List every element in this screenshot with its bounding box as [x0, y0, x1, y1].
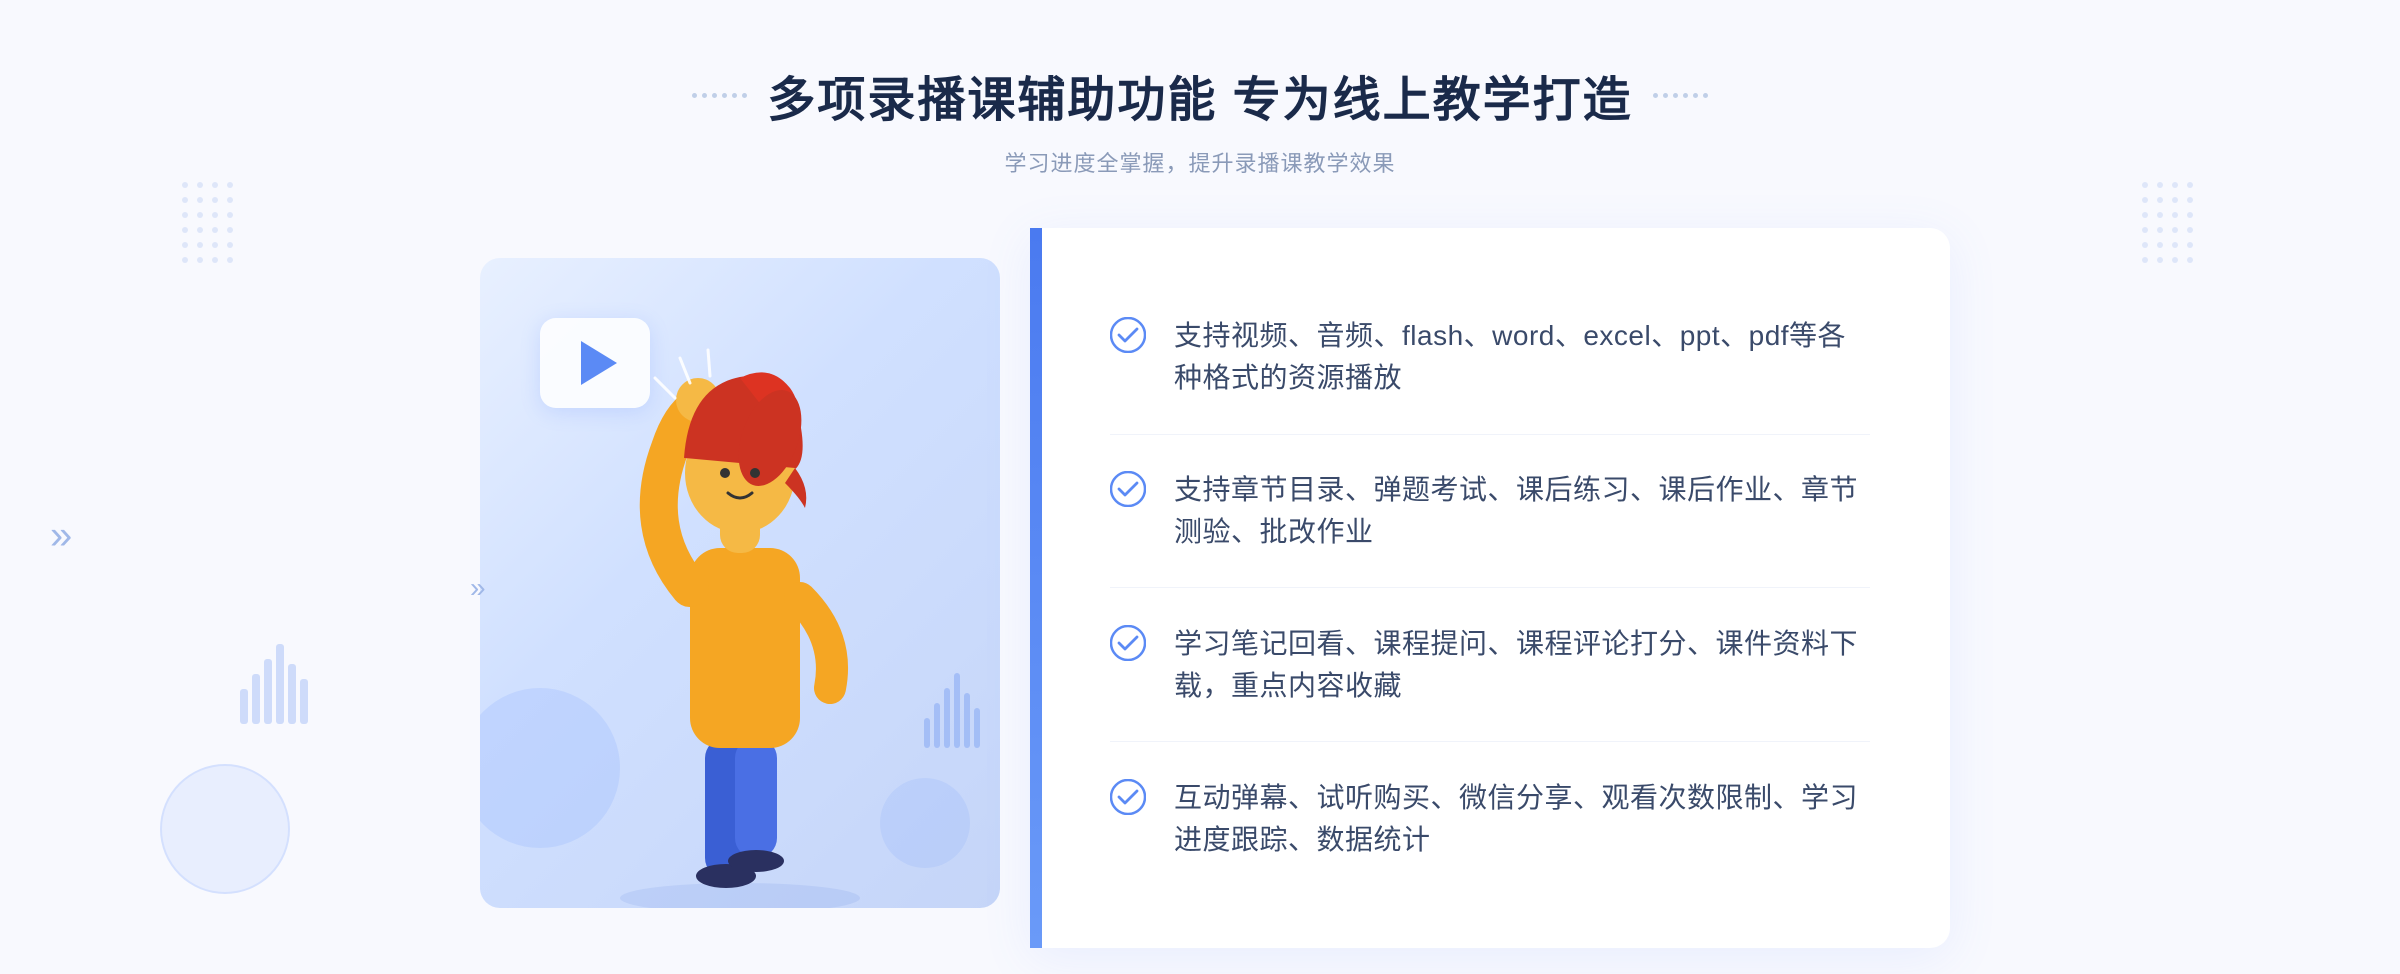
dot-10 — [1683, 93, 1688, 98]
person-illustration — [520, 308, 960, 908]
bar-6 — [974, 708, 980, 748]
page-title: 多项录播课辅助功能 专为线上教学打造 — [767, 60, 1632, 130]
header-section: 多项录播课辅助功能 专为线上教学打造 学习进度全掌握，提升录播课教学效果 — [692, 60, 1707, 178]
chevron-icon-1: » — [470, 574, 486, 602]
dot-2 — [702, 93, 707, 98]
left-illustration: // dots rendered below via inline creati… — [450, 228, 1030, 948]
header-title-row: 多项录播课辅助功能 专为线上教学打造 — [692, 60, 1707, 130]
dot-11 — [1693, 93, 1698, 98]
feature-item-4: 互动弹幕、试听购买、微信分享、观看次数限制、学习进度跟踪、数据统计 — [1110, 757, 1870, 881]
feature-item-2: 支持章节目录、弹题考试、课后练习、课后作业、章节测验、批改作业 — [1110, 449, 1870, 573]
feature-text-4: 互动弹幕、试听购买、微信分享、观看次数限制、学习进度跟踪、数据统计 — [1174, 777, 1870, 861]
check-icon-1 — [1110, 317, 1146, 353]
feature-text-2: 支持章节目录、弹题考试、课后练习、课后作业、章节测验、批改作业 — [1174, 469, 1870, 553]
main-content: // dots rendered below via inline creati… — [450, 228, 1950, 948]
feature-text-1: 支持视频、音频、flash、word、excel、ppt、pdf等各种格式的资源… — [1174, 315, 1870, 399]
bg-dots-top-right — [2140, 180, 2220, 285]
feature-item-1: 支持视频、音频、flash、word、excel、ppt、pdf等各种格式的资源… — [1110, 295, 1870, 419]
arrow-row: » — [470, 574, 486, 602]
dot-5 — [732, 93, 737, 98]
right-panel: 支持视频、音频、flash、word、excel、ppt、pdf等各种格式的资源… — [1030, 228, 1950, 948]
dot-8 — [1663, 93, 1668, 98]
left-chevrons: » — [470, 574, 486, 602]
divider-3 — [1110, 741, 1870, 742]
bar-5 — [964, 693, 970, 748]
page-container: 多项录播课辅助功能 专为线上教学打造 学习进度全掌握，提升录播课教学效果 — [0, 0, 2400, 974]
dot-6 — [742, 93, 747, 98]
illustration-background: // dots rendered below via inline creati… — [480, 258, 1000, 908]
dot-12 — [1703, 93, 1708, 98]
check-icon-2 — [1110, 471, 1146, 507]
header-right-dots — [1653, 93, 1708, 98]
dot-1 — [692, 93, 697, 98]
check-icon-4 — [1110, 779, 1146, 815]
dot-9 — [1673, 93, 1678, 98]
bottom-circle-decoration — [160, 764, 290, 894]
check-icon-3 — [1110, 625, 1146, 661]
feature-text-3: 学习笔记回看、课程提问、课程评论打分、课件资料下载，重点内容收藏 — [1174, 623, 1870, 707]
divider-2 — [1110, 587, 1870, 588]
side-chevron-left: » — [50, 513, 72, 558]
stripe-decoration-left — [240, 644, 308, 724]
header-left-dots — [692, 93, 747, 98]
bg-dots-top-left — [180, 180, 260, 285]
panel-accent-bar — [1030, 228, 1042, 948]
dot-4 — [722, 93, 727, 98]
page-subtitle: 学习进度全掌握，提升录播课教学效果 — [692, 146, 1707, 178]
divider-1 — [1110, 434, 1870, 435]
dot-3 — [712, 93, 717, 98]
dot-7 — [1653, 93, 1658, 98]
feature-item-3: 学习笔记回看、课程提问、课程评论打分、课件资料下载，重点内容收藏 — [1110, 603, 1870, 727]
